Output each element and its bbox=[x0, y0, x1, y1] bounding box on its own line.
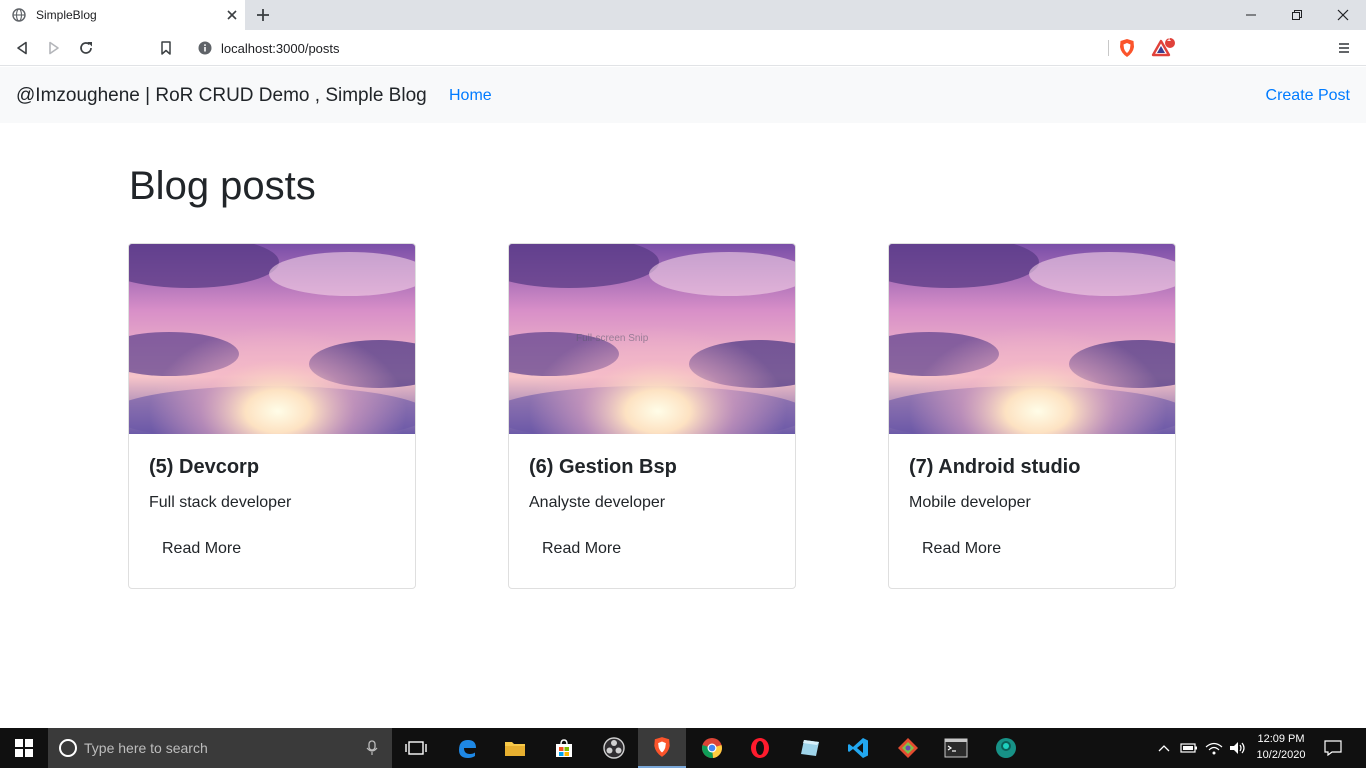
close-tab-icon[interactable] bbox=[224, 7, 240, 23]
minimize-button[interactable] bbox=[1228, 0, 1274, 30]
rewards-badge: 1 bbox=[1167, 36, 1171, 43]
nav-link-home[interactable]: Home bbox=[449, 87, 492, 105]
back-icon bbox=[17, 41, 27, 55]
url-text[interactable]: localhost:3000/posts bbox=[221, 41, 340, 56]
search-placeholder: Type here to search bbox=[84, 740, 208, 756]
back-button[interactable] bbox=[12, 38, 32, 58]
post-description: Mobile developer bbox=[909, 494, 1031, 511]
post-description: Full stack developer bbox=[149, 494, 292, 511]
task-view-button[interactable] bbox=[392, 728, 440, 768]
post-title: (6) Gestion Bsp bbox=[529, 456, 677, 478]
taskbar-file-explorer[interactable] bbox=[491, 728, 539, 768]
battery-icon bbox=[1180, 743, 1197, 753]
volume-indicator[interactable] bbox=[1227, 728, 1249, 768]
folder-icon bbox=[505, 742, 525, 756]
edge-icon bbox=[459, 740, 476, 758]
network-indicator[interactable] bbox=[1203, 728, 1225, 768]
taskbar-clock[interactable]: 12:09 PM 10/2/2020 bbox=[1252, 731, 1310, 763]
store-icon bbox=[556, 739, 572, 757]
opera-icon bbox=[751, 738, 769, 758]
new-tab-icon[interactable] bbox=[254, 6, 272, 24]
gitkraken-icon bbox=[996, 738, 1016, 758]
post-image bbox=[509, 244, 795, 434]
address-bar[interactable]: localhost:3000/posts 1 bbox=[188, 34, 1178, 62]
show-hidden-icons-button[interactable] bbox=[1154, 728, 1174, 768]
minimize-icon bbox=[1246, 14, 1256, 16]
browser-tabstrip: SimpleBlog bbox=[0, 0, 1366, 30]
battery-indicator[interactable] bbox=[1178, 728, 1200, 768]
read-more-button[interactable]: Read More bbox=[529, 532, 634, 566]
post-title: (7) Android studio bbox=[909, 456, 1081, 478]
notes-app-icon bbox=[801, 740, 819, 756]
restore-icon bbox=[1292, 10, 1302, 20]
post-card: (6) Gestion Bsp Analyste developer Read … bbox=[508, 243, 796, 589]
bookmark-button[interactable] bbox=[156, 38, 176, 58]
chevron-up-icon bbox=[1158, 745, 1170, 752]
vscode-icon bbox=[848, 738, 868, 758]
info-icon[interactable] bbox=[198, 41, 212, 55]
taskbar-store[interactable] bbox=[540, 728, 588, 768]
taskbar-search[interactable]: Type here to search bbox=[48, 728, 392, 768]
speaker-icon bbox=[1230, 742, 1245, 754]
post-image bbox=[889, 244, 1175, 434]
taskbar-git-gui[interactable] bbox=[884, 728, 932, 768]
bookmark-icon bbox=[161, 41, 171, 55]
post-card: (5) Devcorp Full stack developer Read Mo… bbox=[128, 243, 416, 589]
brave-icon bbox=[654, 737, 670, 757]
post-card: (7) Android studio Mobile developer Read… bbox=[888, 243, 1176, 589]
taskbar-edge[interactable] bbox=[443, 728, 491, 768]
clock-time: 12:09 PM bbox=[1257, 733, 1305, 745]
brave-rewards-icon[interactable] bbox=[1150, 38, 1176, 58]
start-button[interactable] bbox=[0, 728, 48, 768]
notification-icon bbox=[1324, 740, 1342, 756]
read-more-button[interactable]: Read More bbox=[909, 532, 1014, 566]
omnibox-divider bbox=[1108, 40, 1109, 56]
post-image bbox=[129, 244, 415, 434]
close-window-button[interactable] bbox=[1320, 0, 1366, 30]
terminal-icon bbox=[944, 738, 968, 758]
cortana-icon bbox=[59, 739, 77, 757]
taskbar-chrome[interactable] bbox=[688, 728, 736, 768]
hamburger-menu-icon bbox=[1339, 43, 1349, 53]
task-view-icon bbox=[405, 741, 427, 755]
git-icon bbox=[898, 738, 918, 758]
taskbar-gitkraken[interactable] bbox=[982, 728, 1030, 768]
taskbar-vscode[interactable] bbox=[834, 728, 882, 768]
chrome-icon bbox=[702, 738, 722, 759]
windows-logo-icon bbox=[15, 739, 33, 757]
site-navbar: @Imzoughene | RoR CRUD Demo , Simple Blo… bbox=[0, 67, 1366, 123]
navbar-brand[interactable]: @Imzoughene | RoR CRUD Demo , Simple Blo… bbox=[16, 85, 427, 107]
forward-icon bbox=[49, 41, 59, 55]
browser-tab[interactable]: SimpleBlog bbox=[0, 0, 245, 30]
globe-icon bbox=[12, 8, 26, 22]
reload-icon bbox=[80, 42, 92, 54]
clock-date: 10/2/2020 bbox=[1256, 749, 1306, 761]
close-icon bbox=[1337, 9, 1349, 21]
post-description: Analyste developer bbox=[529, 494, 666, 511]
post-title: (5) Devcorp bbox=[149, 456, 260, 478]
browser-toolbar: localhost:3000/posts 1 bbox=[0, 30, 1366, 66]
nav-link-create-post[interactable]: Create Post bbox=[1266, 87, 1350, 105]
taskbar-obs[interactable] bbox=[590, 728, 638, 768]
windows-taskbar: Type here to search 12:09 PM 10/2/2020 bbox=[0, 728, 1366, 768]
taskbar-notes-app[interactable] bbox=[786, 728, 834, 768]
read-more-button[interactable]: Read More bbox=[149, 532, 254, 566]
page-title: Blog posts bbox=[129, 164, 316, 208]
tab-title: SimpleBlog bbox=[36, 8, 97, 22]
taskbar-brave[interactable] bbox=[638, 728, 686, 768]
forward-button[interactable] bbox=[44, 38, 64, 58]
reload-button[interactable] bbox=[76, 38, 96, 58]
snip-overlay-text: Full-screen Snip bbox=[576, 333, 649, 344]
menu-button[interactable] bbox=[1334, 38, 1354, 58]
obs-icon bbox=[603, 737, 625, 759]
restore-button[interactable] bbox=[1274, 0, 1320, 30]
taskbar-terminal[interactable] bbox=[932, 728, 980, 768]
action-center-button[interactable] bbox=[1318, 728, 1348, 768]
wifi-icon bbox=[1205, 742, 1223, 755]
brave-shield-icon[interactable] bbox=[1118, 38, 1136, 58]
microphone-icon[interactable] bbox=[366, 740, 378, 756]
taskbar-opera[interactable] bbox=[736, 728, 784, 768]
